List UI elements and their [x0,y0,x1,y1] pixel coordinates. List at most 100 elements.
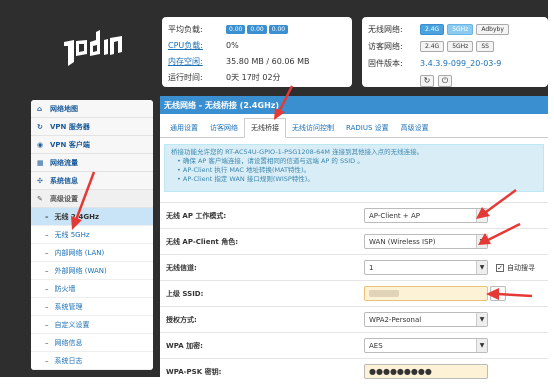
globe-icon: ◉ [37,140,44,149]
tab-advanced[interactable]: 高级设置 [395,119,435,137]
ssid-input[interactable] [364,286,488,301]
menu-item-network-map[interactable]: ⌂ 网络地图 [31,100,153,118]
action-row: ↻ ⏻ [368,72,542,89]
wpa-enc-select[interactable]: AES ▼ [364,338,488,353]
ss-button[interactable]: SS [476,41,494,52]
load-pill-3: 0.00 [268,24,289,34]
load-row: 平均负载: 0.00 0.00 0.00 [168,21,346,37]
firmware-label: 固件版本: [368,59,403,68]
submenu-lan[interactable]: – 内部网络 (LAN) [31,244,153,262]
load-pill-2: 0.00 [247,24,267,34]
uptime-value: 0天 17时 02分 [226,72,281,82]
wifi-5g-button[interactable]: 5GHz [447,24,474,35]
client-role-select[interactable]: WAN (Wireless ISP) ▼ [364,234,488,249]
submenu-syslog[interactable]: – 系统日志 [31,352,153,370]
wireless-status-panel: 无线网络: 2.4G 5GHz Adbyby 访客网络: 2.4G 5GHz S… [362,17,548,87]
auto-search-checkbox[interactable]: ✓ 自动搜寻 [496,263,535,273]
channel-label: 无线信道: [166,263,197,272]
ap-mode-row: 无线 AP 工作模式: AP-Client + AP ▼ [160,202,548,228]
tab-access-control[interactable]: 无线访问控制 [286,119,340,137]
memory-value: 35.80 MB / 60.06 MB [226,56,310,66]
ssid-label: 上级 SSID: [166,289,204,298]
sidebar-menu: ⌂ 网络地图 ↻ VPN 服务器 ◉ VPN 客户端 ▦ 网络流量 ✣ 系统信息 ✎ 高级设… [31,100,153,370]
ap-mode-label: 无线 AP 工作模式: [166,211,227,220]
wireless-label: 无线网络: [368,25,403,34]
guest-24g-button[interactable]: 2.4G [420,41,445,52]
chevron-down-icon: ▼ [476,313,487,326]
wpa-enc-row: WPA 加密: AES ▼ [160,332,548,358]
chevron-down-icon: ▼ [476,261,487,274]
wireless-row: 无线网络: 2.4G 5GHz Adbyby [368,21,542,38]
ap-mode-select[interactable]: AP-Client + AP ▼ [364,208,488,223]
info-line: • AP-Client 执行 MAC 地址转换(MAT特性)。 [177,166,311,174]
chevron-down-icon: ▼ [476,235,487,248]
uptime-row: 运行时间: 0天 17时 02分 [168,69,346,85]
submenu-wan[interactable]: – 外部网络 (WAN) [31,262,153,280]
channel-row: 无线信道: 1 ▼ ✓ 自动搜寻 [160,254,548,280]
page-title: 无线网络 - 无线桥接 (2.4GHz) [160,96,548,114]
firmware-version[interactable]: 3.4.3.9-099_20-03-9 [420,59,501,68]
uptime-label: 运行时间: [168,72,203,82]
arrows-icon: ✣ [37,176,43,185]
power-icon[interactable]: ⏻ [438,74,452,87]
home-icon: ⌂ [37,104,43,113]
wifi-24g-button[interactable]: 2.4G [420,24,445,35]
wrench-icon: ✎ [37,194,43,203]
tab-bridge[interactable]: 无线桥接 [244,118,286,138]
ssid-row: 上级 SSID: ⌄ [160,280,548,306]
info-line: • AP-Client 指定 WAN 接口规则(WISP特性)。 [177,175,314,183]
chart-icon: ▦ [37,158,44,167]
menu-item-vpn-client[interactable]: ◉ VPN 客户端 [31,136,153,154]
client-role-row: 无线 AP-Client 角色: WAN (Wireless ISP) ▼ [160,228,548,254]
menu-item-system-info[interactable]: ✣ 系统信息 [31,172,153,190]
cpu-link[interactable]: CPU负载: [168,40,226,51]
menu-item-vpn-server[interactable]: ↻ VPN 服务器 [31,118,153,136]
chevron-down-icon: ⌄ [494,289,502,298]
refresh-icon: ↻ [37,122,43,131]
adbyby-button[interactable]: Adbyby [476,24,509,35]
menu-item-advanced[interactable]: ✎ 高级设置 [31,190,153,208]
tab-general[interactable]: 通用设置 [164,119,204,137]
submenu-netinfo[interactable]: – 网络信息 [31,334,153,352]
info-box: 桥接功能允许您的 RT-AC54U-GPIO-1-PSG1208-64M 连接到… [164,144,544,192]
ssid-dropdown-button[interactable]: ⌄ [490,286,506,301]
memory-row: 内存空闲: 35.80 MB / 60.06 MB [168,53,346,69]
submenu-admin[interactable]: – 系统管理 [31,298,153,316]
main-content: 无线网络 - 无线桥接 (2.4GHz) 通用设置 访客网络 无线桥接 无线访问… [160,96,548,379]
psk-row: WPA-PSK 密钥: ●●●●●●●●● [160,358,548,384]
guest-label: 访客网络: [368,42,403,51]
firmware-row: 固件版本: 3.4.3.9-099_20-03-9 [368,55,542,72]
tab-bar: 通用设置 访客网络 无线桥接 无线访问控制 RADIUS 设置 高级设置 [160,116,548,138]
info-line: • 确保 AP 客户端连接，请设置相同的信道与远端 AP 的 SSID 。 [177,157,364,165]
guest-row: 访客网络: 2.4G 5GHz SS [368,38,542,55]
submenu-custom[interactable]: – 自定义设置 [31,316,153,334]
client-role-label: 无线 AP-Client 角色: [166,237,239,246]
load-pill-1: 0.00 [226,24,246,34]
load-label: 平均负载: [168,24,203,34]
bridge-form: 无线 AP 工作模式: AP-Client + AP ▼ 无线 AP-Client… [160,202,548,384]
tab-guest[interactable]: 访客网络 [204,119,244,137]
tab-radius[interactable]: RADIUS 设置 [340,119,395,137]
check-icon: ✓ [496,263,504,272]
refresh-icon[interactable]: ↻ [420,74,434,87]
submenu-wireless-24[interactable]: – 无线 2.4GHz [31,208,153,226]
memory-link[interactable]: 内存空闲: [168,56,226,67]
auth-select[interactable]: WPA2-Personal ▼ [364,312,488,327]
channel-select[interactable]: 1 ▼ [364,260,488,275]
redacted-ssid [369,290,399,297]
chevron-down-icon: ▼ [476,209,487,222]
system-status-panel: 平均负载: 0.00 0.00 0.00 CPU负载: 0% 内存空闲: 35.… [162,17,352,87]
wpa-enc-label: WPA 加密: [166,341,203,350]
guest-5g-button[interactable]: 5GHz [447,41,474,52]
cpu-row: CPU负载: 0% [168,37,346,53]
brand-logo [64,30,122,66]
info-line: 桥接功能允许您的 RT-AC54U-GPIO-1-PSG1208-64M 连接到… [171,148,424,156]
cpu-value: 0% [226,40,239,50]
submenu-wireless-5[interactable]: – 无线 5GHz [31,226,153,244]
psk-label: WPA-PSK 密钥: [166,367,222,376]
auth-row: 授权方式: WPA2-Personal ▼ [160,306,548,332]
chevron-down-icon: ▼ [476,339,487,352]
submenu-firewall[interactable]: – 防火墙 [31,280,153,298]
auth-label: 授权方式: [166,315,197,324]
menu-item-traffic[interactable]: ▦ 网络流量 [31,154,153,172]
